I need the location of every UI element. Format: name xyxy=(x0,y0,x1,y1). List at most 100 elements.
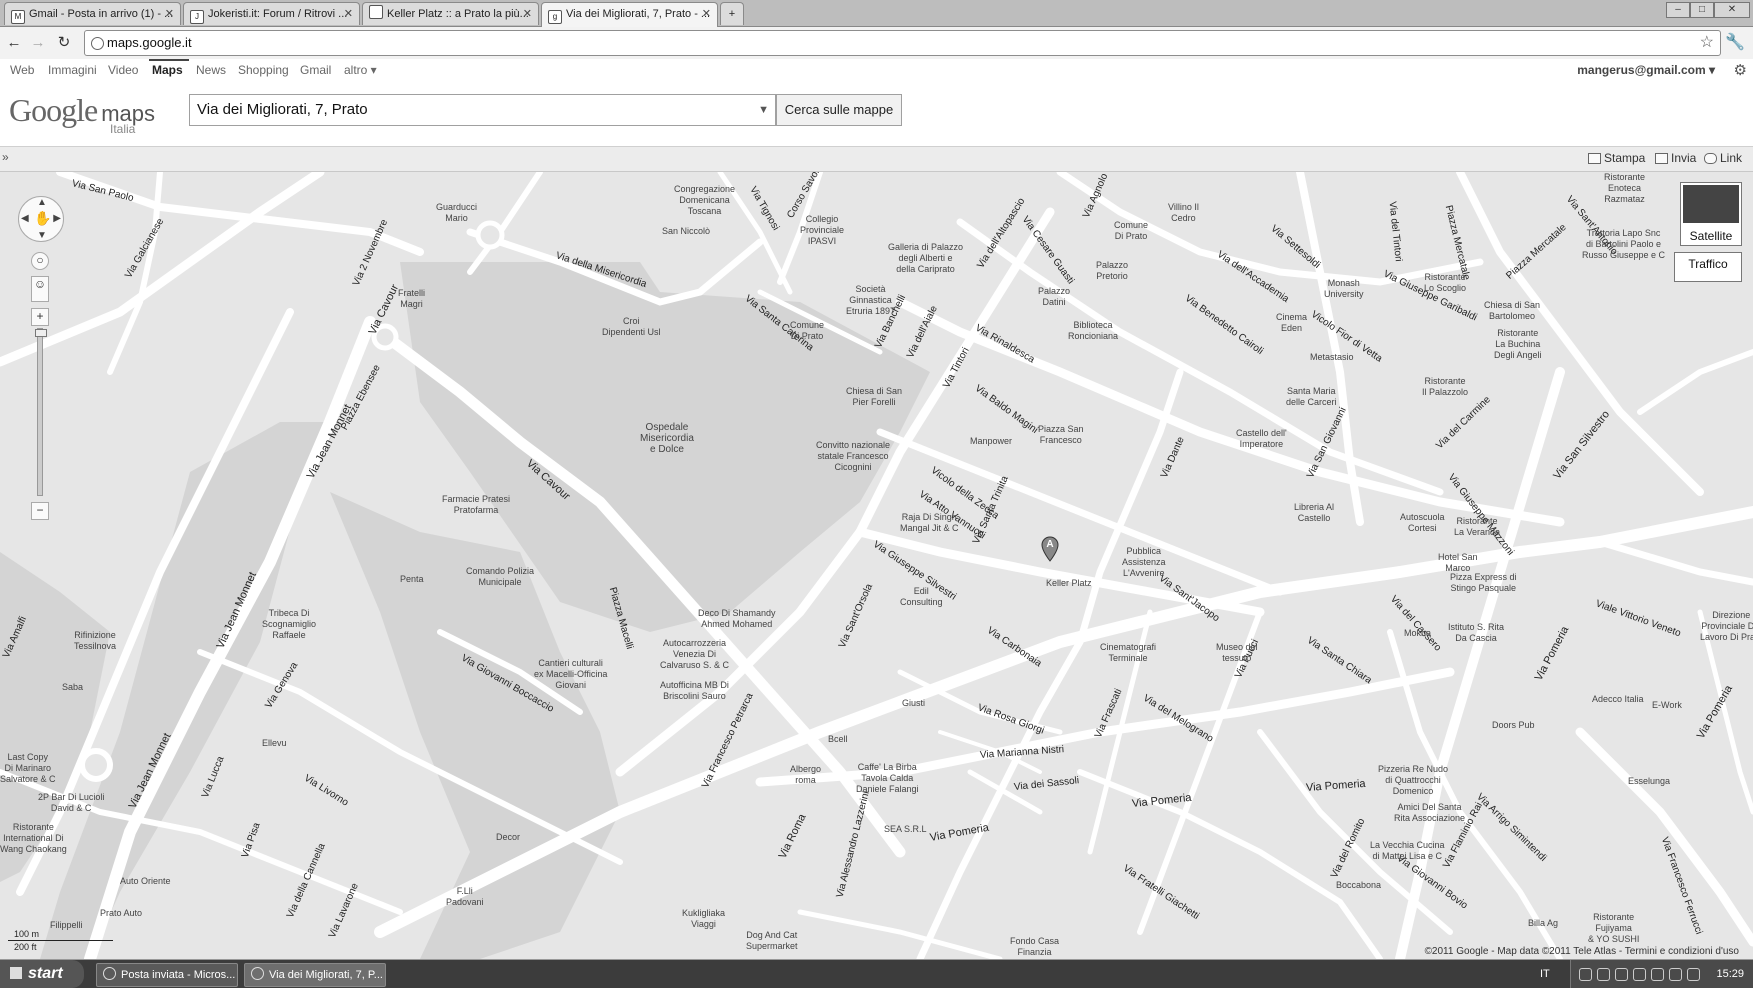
poi-label[interactable]: Ristorante La Veranda xyxy=(1454,516,1500,538)
poi-label[interactable]: Cinematografi Terminale xyxy=(1100,642,1156,664)
poi-label[interactable]: San Niccolò xyxy=(662,226,710,237)
poi-label[interactable]: Libreria Al Castello xyxy=(1294,502,1334,524)
poi-label[interactable]: Dog And Cat Supermarket xyxy=(746,930,798,952)
poi-label[interactable]: Deco Di Shamandy Ahmed Mohamed xyxy=(698,608,776,630)
poi-label[interactable]: Metastasio xyxy=(1310,352,1354,363)
gbar-maps[interactable]: Maps xyxy=(152,63,183,77)
account-menu[interactable]: mangerus@gmail.com ▾ xyxy=(1577,63,1715,77)
clock[interactable]: 15:29 xyxy=(1716,960,1744,988)
poi-label[interactable]: Comune Di Prato xyxy=(790,320,824,342)
tab-google-maps[interactable]: g Via dei Migliorati, 7, Prato - ... ✕ xyxy=(541,2,718,27)
poi-label[interactable]: Doors Pub xyxy=(1492,720,1535,731)
poi-label[interactable]: Ristorante Fujiyama & YO SUSHI xyxy=(1588,912,1639,945)
back-icon[interactable]: ← xyxy=(4,33,24,53)
poi-label[interactable]: Piazza San Francesco xyxy=(1038,424,1084,446)
poi-label[interactable]: Auto Oriente xyxy=(120,876,171,887)
poi-label[interactable]: Ristorante La Buchina Degli Angeli xyxy=(1494,328,1542,361)
gbar-video[interactable]: Video xyxy=(108,63,138,77)
print-link[interactable]: Stampa xyxy=(1604,151,1645,165)
poi-label[interactable]: Cantieri culturali ex Macelli-Officina G… xyxy=(534,658,607,691)
search-button[interactable]: Cerca sulle mappe xyxy=(776,94,902,126)
forward-icon[interactable]: → xyxy=(28,33,48,53)
poi-label[interactable]: Farmacie Pratesi Pratofarma xyxy=(442,494,510,516)
gbar-shopping[interactable]: Shopping xyxy=(238,63,289,77)
pan-down-icon[interactable]: ▼ xyxy=(37,230,47,241)
tray-icon[interactable] xyxy=(1579,968,1592,981)
poi-label[interactable]: Adecco Italia xyxy=(1592,694,1644,705)
taskbar-item-chrome[interactable]: Via dei Migliorati, 7, P... xyxy=(244,963,386,987)
poi-label[interactable]: Convitto nazionale statale Francesco Cic… xyxy=(816,440,890,473)
dropdown-arrow-icon[interactable]: ▼ xyxy=(758,95,769,125)
tab-keller-platz[interactable]: Keller Platz :: a Prato la più... ✕ xyxy=(362,2,539,25)
poi-label[interactable]: Palazzo Pretorio xyxy=(1096,260,1128,282)
poi-label[interactable]: Palazzo Datini xyxy=(1038,286,1070,308)
poi-label[interactable]: Castello dell' Imperatore xyxy=(1236,428,1287,450)
poi-label[interactable]: Pubblica Assistenza L'Avvenire xyxy=(1122,546,1166,579)
poi-label[interactable]: Billa Ag xyxy=(1528,918,1558,929)
marker-place-label[interactable]: Keller Platz xyxy=(1046,578,1092,589)
poi-label[interactable]: Guarducci Mario xyxy=(436,202,477,224)
zoom-in-button[interactable]: + xyxy=(31,308,49,326)
poi-label[interactable]: Comando Polizia Municipale xyxy=(466,566,534,588)
poi-label[interactable]: Biblioteca Roncioniana xyxy=(1068,320,1118,342)
poi-label[interactable]: Trattoria Lapo Snc di Bartolini Paolo e … xyxy=(1582,228,1665,261)
close-icon[interactable]: ✕ xyxy=(523,3,532,25)
minimize-button[interactable]: – xyxy=(1666,2,1690,18)
poi-label[interactable]: Villino Il Cedro xyxy=(1168,202,1199,224)
zoom-slider[interactable] xyxy=(35,328,47,496)
gbar-gmail[interactable]: Gmail xyxy=(300,63,331,77)
taskbar-item-outlook[interactable]: Posta inviata - Micros... xyxy=(96,963,238,987)
poi-label[interactable]: Hotel San Marco xyxy=(1438,552,1478,574)
poi-label[interactable]: Ristorante Enoteca Razmataz xyxy=(1604,172,1645,205)
poi-label[interactable]: Galleria di Palazzo degli Alberti e dell… xyxy=(888,242,963,275)
reload-icon[interactable]: ↻ xyxy=(54,33,74,53)
zoom-slider-thumb[interactable] xyxy=(35,329,47,337)
poi-label[interactable]: Esselunga xyxy=(1628,776,1670,787)
poi-label[interactable]: Ristorante Lo Scoglio xyxy=(1424,272,1466,294)
tray-icon[interactable] xyxy=(1597,968,1610,981)
poi-label[interactable]: Caffe' La Birba Tavola Calda Daniele Fal… xyxy=(856,762,919,795)
tray-icon[interactable] xyxy=(1651,968,1664,981)
address-bar[interactable]: maps.google.it ☆ xyxy=(84,30,1721,56)
close-icon[interactable]: ✕ xyxy=(344,3,353,25)
pan-control[interactable]: ▲ ▼ ◀ ▶ ✋ xyxy=(18,196,64,242)
poi-label[interactable]: Last Copy Di Marinaro Salvatore & C xyxy=(0,752,56,785)
expand-panel-icon[interactable]: » xyxy=(2,150,9,164)
bookmark-star-icon[interactable]: ☆ xyxy=(1700,31,1714,55)
new-tab-button[interactable]: + xyxy=(720,2,744,25)
gbar-web[interactable]: Web xyxy=(10,63,34,77)
tray-icon[interactable] xyxy=(1687,968,1700,981)
poi-label[interactable]: Fondo Casa Finanzia Immobiliare xyxy=(1010,936,1059,959)
poi-label[interactable]: Edil Consulting xyxy=(900,586,943,608)
poi-label[interactable]: Boccabona xyxy=(1336,880,1381,891)
poi-label[interactable]: Monash University xyxy=(1324,278,1364,300)
poi-label[interactable]: Manpower xyxy=(970,436,1012,447)
poi-label[interactable]: Direzione Provinciale Del Lavoro Di Prat… xyxy=(1700,610,1753,643)
location-marker[interactable]: A xyxy=(1041,536,1059,562)
poi-label[interactable]: Ellevu xyxy=(262,738,287,749)
poi-label[interactable]: Autofficina MB Di Briscolini Sauro xyxy=(660,680,729,702)
poi-label[interactable]: Istituto S. Rita Da Cascia xyxy=(1448,622,1504,644)
poi-label[interactable]: Pizzeria Re Nudo di Quattrocchi Domenico xyxy=(1378,764,1448,797)
satellite-button[interactable]: Satellite xyxy=(1680,182,1742,246)
poi-label[interactable]: Collegio Provinciale IPASVI xyxy=(800,214,844,247)
zoom-out-button[interactable]: − xyxy=(31,502,49,520)
pan-right-icon[interactable]: ▶ xyxy=(53,213,61,224)
poi-label[interactable]: Chiesa di San Pier Forelli xyxy=(846,386,902,408)
map-copyright[interactable]: ©2011 Google - Map data ©2011 Tele Atlas… xyxy=(1425,946,1739,957)
poi-label[interactable]: Croi Dipendenti Usl xyxy=(602,316,661,338)
poi-label[interactable]: Autocarrozzeria Venezia Di Calvaruso S. … xyxy=(660,638,729,671)
poi-label[interactable]: Pizza Express di Stingo Pasquale xyxy=(1450,572,1517,594)
poi-label[interactable]: La Vecchia Cucina di Mattei Lisa e C xyxy=(1370,840,1445,862)
poi-label[interactable]: Kukligliaka Viaggi xyxy=(682,908,725,930)
tray-icon[interactable] xyxy=(1615,968,1628,981)
pan-up-icon[interactable]: ▲ xyxy=(37,197,47,208)
pan-left-icon[interactable]: ◀ xyxy=(21,213,29,224)
poi-label[interactable]: Società Ginnastica Etruria 1897 xyxy=(846,284,895,317)
poi-label[interactable]: Santa Maria delle Carceri xyxy=(1286,386,1337,408)
tab-gmail[interactable]: M Gmail - Posta in arrivo (1) - ... ✕ xyxy=(4,2,181,25)
close-window-button[interactable]: ✕ xyxy=(1714,2,1750,18)
poi-label[interactable]: F.Lli Padovani xyxy=(446,886,484,908)
link-link[interactable]: Link xyxy=(1720,151,1742,165)
tab-jokeristi[interactable]: J Jokeristi.it: Forum / Ritrovi ... ✕ xyxy=(183,2,360,25)
